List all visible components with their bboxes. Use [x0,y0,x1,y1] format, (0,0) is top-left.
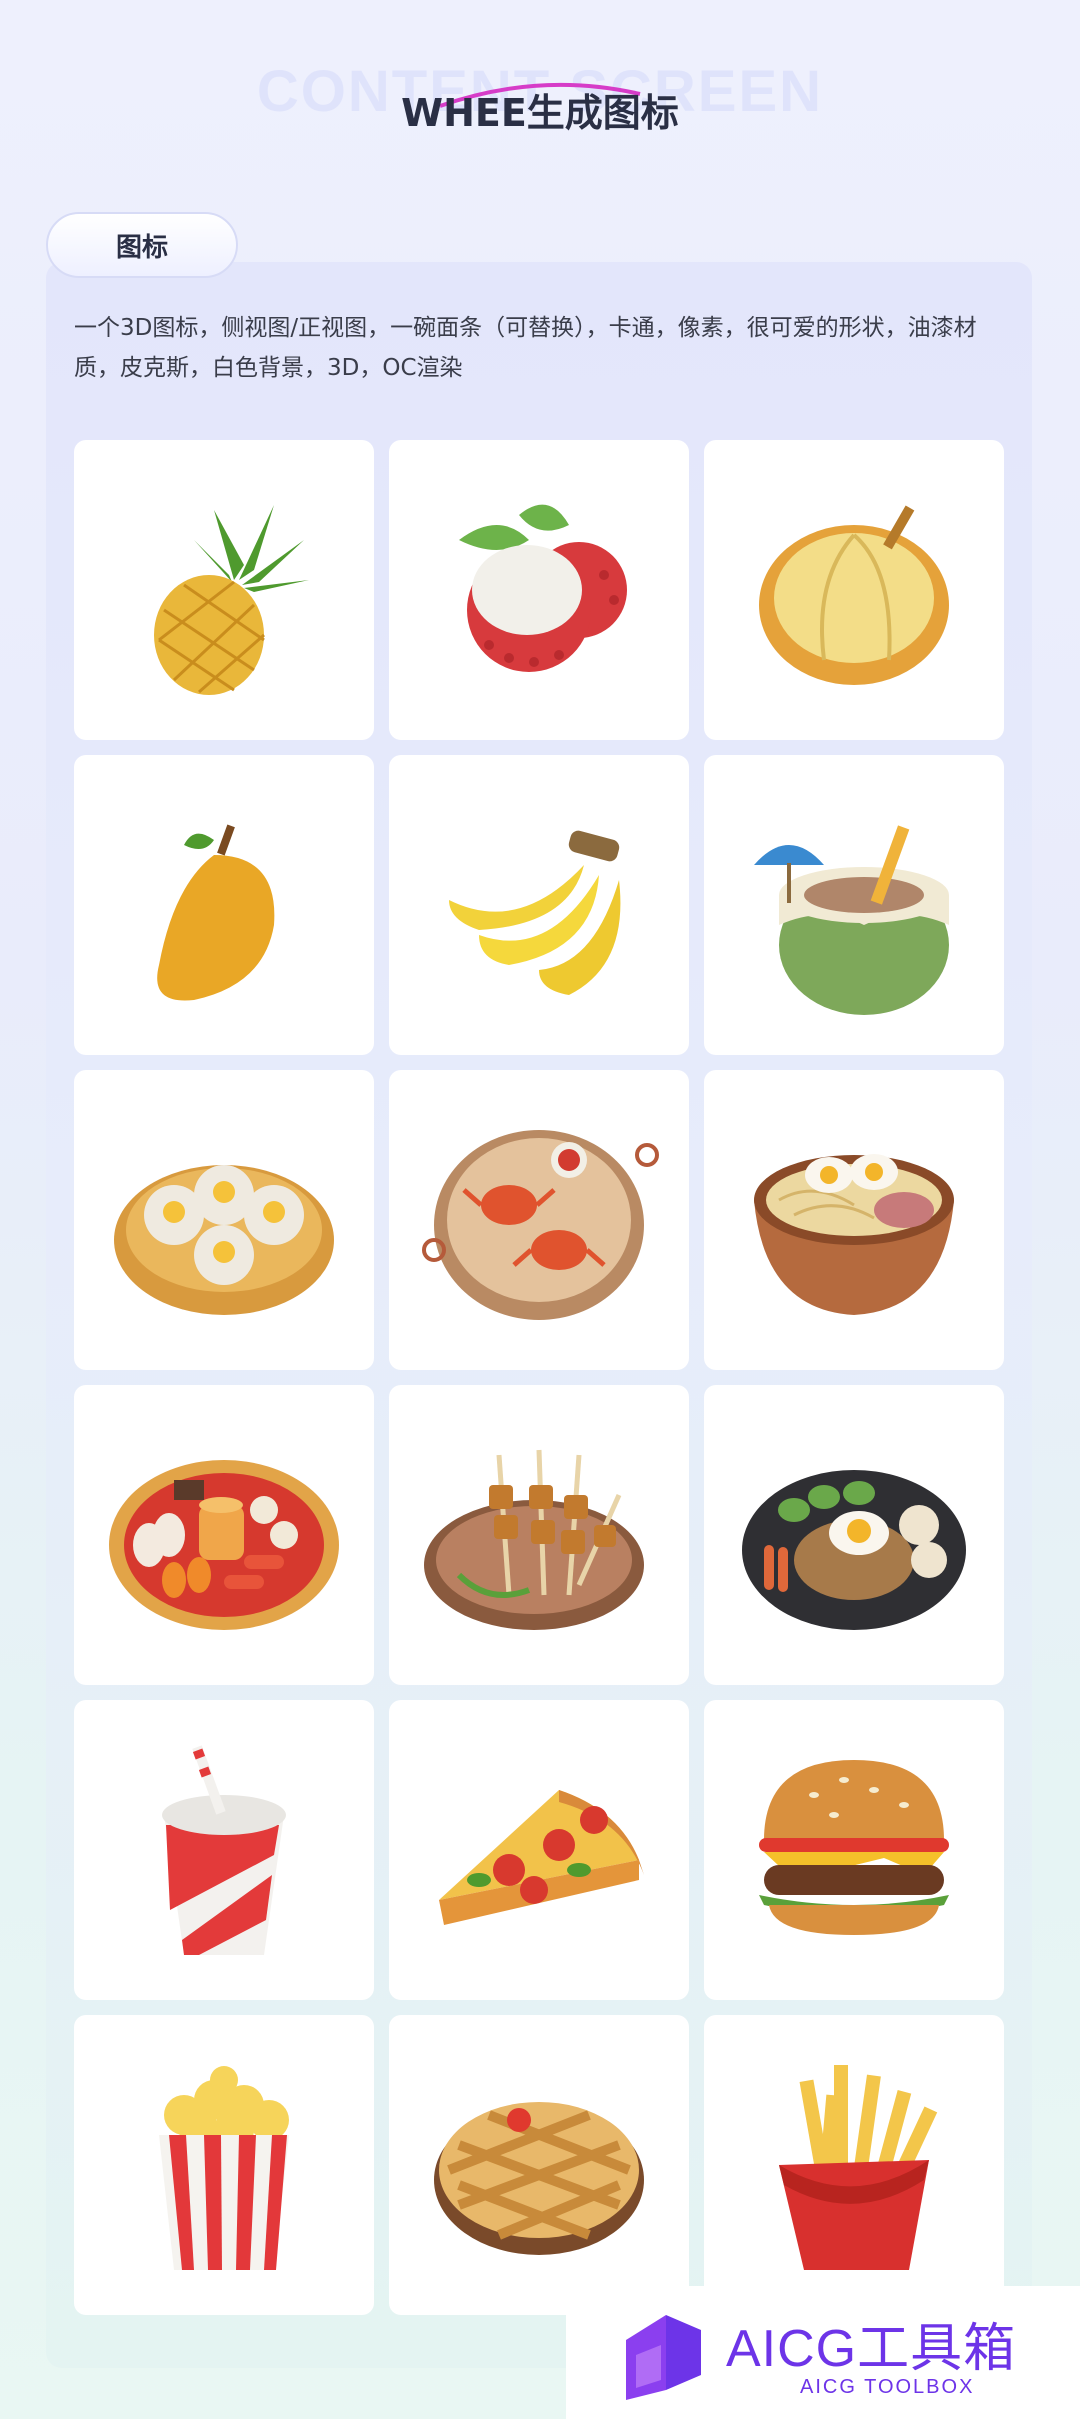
pie-icon [434,2102,644,2255]
fries-icon [779,2065,938,2270]
brand-subtitle: AICG TOOLBOX [800,2376,975,2398]
grid-item-skewers-plate[interactable] [389,1385,689,1685]
prompt-description: 一个3D图标，侧视图/正视图，一碗面条（可替换），卡通，像素，很可爱的形状，油漆… [74,315,977,381]
pizza-slice-icon [439,1790,644,1925]
grid-item-lychee[interactable] [389,440,689,740]
grid-item-banana[interactable] [389,755,689,1055]
grid-item-popcorn[interactable] [74,2015,374,2315]
skewers-plate-icon [424,1449,644,1630]
grid-item-noodle-bowl[interactable] [704,1070,1004,1370]
icon-grid [74,440,1004,2315]
burger-icon [759,1760,949,1935]
grid-item-pie[interactable] [389,2015,689,2315]
grid-item-fried-rice-plate[interactable] [704,1385,1004,1685]
coconut-drink-icon [754,825,949,1015]
grid-item-snack-platter[interactable] [74,1385,374,1685]
grid-item-dim-sum-steamer[interactable] [74,1070,374,1370]
grid-item-burger[interactable] [704,1700,1004,2000]
aicg-logo-icon [626,2315,701,2400]
grid-item-durian[interactable] [704,440,1004,740]
grid-item-coconut-drink[interactable] [704,755,1004,1055]
lychee-icon [459,504,627,672]
page-header: CONTENT SCREEN WHEE生成图标 [0,0,1080,200]
grid-item-crab-tray[interactable] [389,1070,689,1370]
fried-rice-plate-icon [742,1470,966,1630]
brand-name: AICG工具箱 [726,2320,1017,2378]
brand-watermark: AICG工具箱 AICG TOOLBOX [566,2286,1080,2419]
mango-icon [157,824,275,1001]
pineapple-icon [154,505,309,695]
grid-item-fries[interactable] [704,2015,1004,2315]
grid-item-pineapple[interactable] [74,440,374,740]
page-title: WHEE生成图标 [401,91,679,135]
popcorn-icon [159,2066,289,2270]
grid-item-mango[interactable] [74,755,374,1055]
noodle-bowl-icon [754,1154,954,1315]
soda-cup-icon [162,1745,286,1955]
grid-item-pizza-slice[interactable] [389,1700,689,2000]
crab-tray-icon [422,1130,659,1320]
durian-icon [759,505,949,685]
banana-icon [449,830,621,995]
grid-item-soda-cup[interactable] [74,1700,374,2000]
snack-platter-icon [109,1460,339,1630]
dim-sum-steamer-icon [114,1165,334,1315]
tab-icons[interactable]: 图标 [46,212,238,278]
